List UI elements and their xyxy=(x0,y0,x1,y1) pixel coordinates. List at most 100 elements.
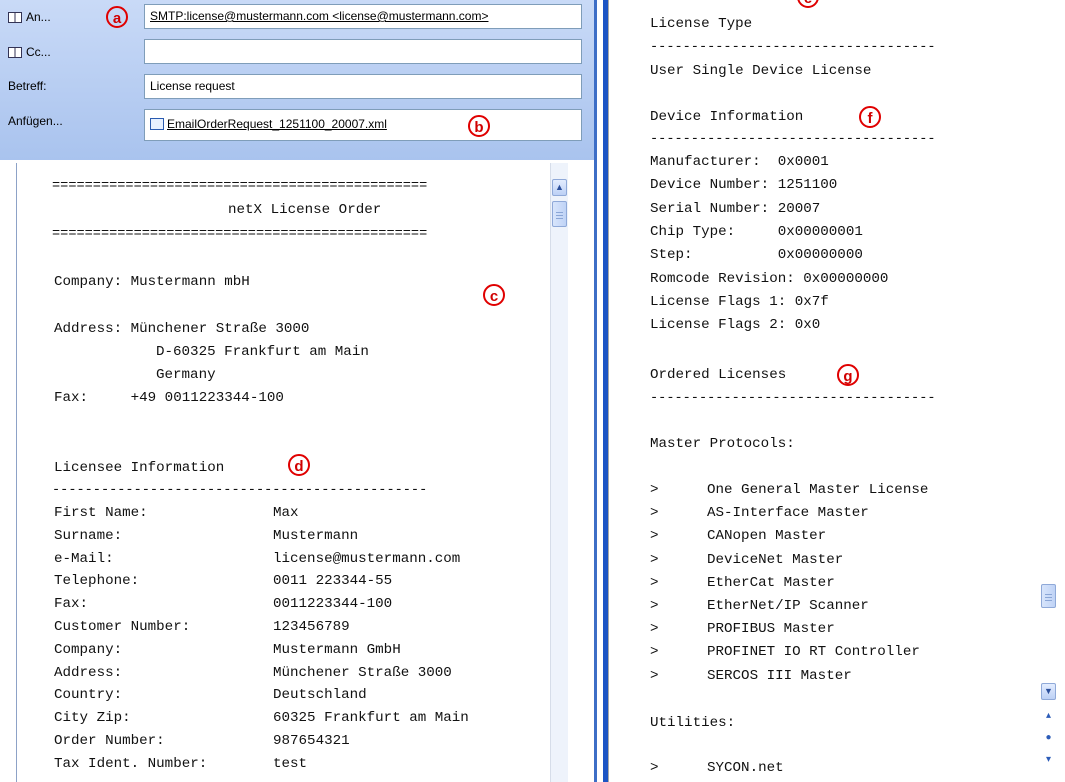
dash-rule: ----------------------------------- xyxy=(650,132,936,147)
list-bullet: > xyxy=(650,505,659,522)
licensee-heading: Licensee Information xyxy=(54,460,225,476)
licensee-field-label: Order Number: xyxy=(54,733,165,749)
to-field[interactable]: SMTP:license@mustermann.com <license@mus… xyxy=(144,4,582,29)
scroll-up-button[interactable]: ▲ xyxy=(552,179,567,196)
list-bullet: > xyxy=(650,760,659,776)
company-line: Company: Mustermann mbH xyxy=(54,274,250,290)
list-bullet: > xyxy=(650,667,659,684)
previous-item-icon[interactable]: ▴ xyxy=(1043,710,1054,722)
address-line-1: Address: Münchener Straße 3000 xyxy=(54,321,310,337)
callout-c: c xyxy=(483,284,505,306)
rule-top: ========================================… xyxy=(52,179,428,194)
master-protocol-item: One General Master License xyxy=(707,482,929,498)
callout-g: g xyxy=(837,364,859,386)
licensee-field-label: Fax: xyxy=(54,596,89,613)
licensee-field-label: Address: xyxy=(54,664,123,681)
callout-f: f xyxy=(859,106,881,128)
license-details-pane[interactable]: e License Type -------------------------… xyxy=(608,0,1065,782)
device-info-line: License Flags 1: 0x7f xyxy=(650,293,829,310)
licensee-field-label: City Zip: xyxy=(54,710,131,727)
address-line-2: D-60325 Frankfurt am Main xyxy=(156,344,369,360)
pane-splitter[interactable] xyxy=(594,0,608,782)
email-body[interactable]: ========================================… xyxy=(16,163,569,782)
attach-row: Anfügen... EmailOrderRequest_1251100_200… xyxy=(0,107,594,147)
callout-d: d xyxy=(288,454,310,476)
list-bullet: > xyxy=(650,644,659,661)
cc-button-label: Cc... xyxy=(26,45,51,59)
master-protocol-item: DeviceNet Master xyxy=(707,551,844,568)
attachment-link[interactable]: EmailOrderRequest_1251100_20007.xml xyxy=(167,117,387,131)
utilities-heading: Utilities: xyxy=(650,715,736,731)
to-row: An... a SMTP:license@mustermann.com <lic… xyxy=(0,2,594,32)
dash-rule: ----------------------------------------… xyxy=(52,483,428,498)
license-type-heading: License Type xyxy=(650,16,753,32)
to-button-label: An... xyxy=(26,10,51,24)
subject-field[interactable]: License request xyxy=(144,74,582,99)
licensee-field-value: Münchener Straße 3000 xyxy=(273,664,452,681)
licensee-field-label: First Name: xyxy=(54,505,148,521)
device-info-line: Serial Number: 20007 xyxy=(650,200,821,217)
utility-item: SYCON.net xyxy=(707,760,784,776)
xml-file-icon xyxy=(150,118,164,130)
licensee-field-value: 123456789 xyxy=(273,619,350,635)
email-compose-window: An... a SMTP:license@mustermann.com <lic… xyxy=(0,0,594,782)
licensee-field-label: Surname: xyxy=(54,527,123,544)
callout-b: b xyxy=(468,115,490,137)
licensee-field-label: Telephone: xyxy=(54,573,140,590)
device-info-line: Romcode Revision: 0x00000000 xyxy=(650,270,889,287)
device-info-line: Manufacturer: 0x0001 xyxy=(650,154,829,170)
master-protocol-item: PROFINET IO RT Controller xyxy=(707,644,920,661)
subject-label: Betreff: xyxy=(8,79,47,93)
email-header-area: An... a SMTP:license@mustermann.com <lic… xyxy=(0,0,594,160)
list-bullet: > xyxy=(650,482,659,498)
device-info-line: Chip Type: 0x00000001 xyxy=(650,223,863,240)
licensee-field-value: Mustermann GmbH xyxy=(273,641,401,658)
address-book-icon xyxy=(8,46,22,58)
cc-button[interactable]: Cc... xyxy=(6,40,94,64)
licensee-field-label: Country: xyxy=(54,687,123,704)
licensee-field-value: 987654321 xyxy=(273,733,350,749)
master-protocol-item: AS-Interface Master xyxy=(707,505,869,522)
address-book-icon xyxy=(8,11,22,23)
licensee-field-value: 0011223344-100 xyxy=(273,596,393,613)
select-browse-object-icon[interactable]: ● xyxy=(1043,732,1054,744)
license-type-value: User Single Device License xyxy=(650,63,872,79)
licensee-field-label: Customer Number: xyxy=(54,619,191,635)
next-item-icon[interactable]: ▾ xyxy=(1043,754,1054,766)
to-field-value: SMTP:license@mustermann.com <license@mus… xyxy=(150,9,489,23)
device-info-line: Step: 0x00000000 xyxy=(650,247,863,264)
list-bullet: > xyxy=(650,621,659,638)
licensee-field-value: Max xyxy=(273,505,299,521)
licensee-field-label: Company: xyxy=(54,641,123,658)
device-info-line: Device Number: 1251100 xyxy=(650,177,838,194)
licensee-field-value: Deutschland xyxy=(273,687,367,704)
subject-row: Betreff: License request xyxy=(0,72,594,102)
device-heading: Device Information xyxy=(650,109,804,125)
email-body-scrollbar[interactable]: ▲ xyxy=(550,163,568,782)
cc-field[interactable] xyxy=(144,39,582,64)
to-button[interactable]: An... xyxy=(6,5,94,29)
list-bullet: > xyxy=(650,598,659,614)
licensee-field-value: Mustermann xyxy=(273,527,359,544)
list-bullet: > xyxy=(650,528,659,545)
licensee-field-label: e-Mail: xyxy=(54,550,114,567)
master-protocol-item: CANopen Master xyxy=(707,528,827,545)
address-line-3: Germany xyxy=(156,367,216,383)
callout-e: e xyxy=(797,0,819,8)
licensee-field-value: test xyxy=(273,755,308,772)
ordered-heading: Ordered Licenses xyxy=(650,367,787,383)
dash-rule: ----------------------------------- xyxy=(650,391,936,406)
scroll-thumb[interactable] xyxy=(1041,584,1056,608)
master-protocol-item: EtherCat Master xyxy=(707,574,835,591)
list-bullet: > xyxy=(650,551,659,568)
scroll-thumb[interactable] xyxy=(552,201,567,227)
dash-rule: ----------------------------------- xyxy=(650,40,936,55)
attach-label: Anfügen... xyxy=(8,114,63,128)
scroll-down-button[interactable]: ▼ xyxy=(1041,683,1056,700)
rule-bottom: ========================================… xyxy=(52,227,428,242)
details-scrollbar[interactable]: ▼ ▴ ● ▾ xyxy=(1040,8,1057,782)
fax-line: Fax: +49 0011223344-100 xyxy=(54,390,284,406)
master-protocol-item: SERCOS III Master xyxy=(707,667,852,684)
attach-field[interactable]: EmailOrderRequest_1251100_20007.xml xyxy=(144,109,582,141)
order-title: netX License Order xyxy=(228,202,382,218)
